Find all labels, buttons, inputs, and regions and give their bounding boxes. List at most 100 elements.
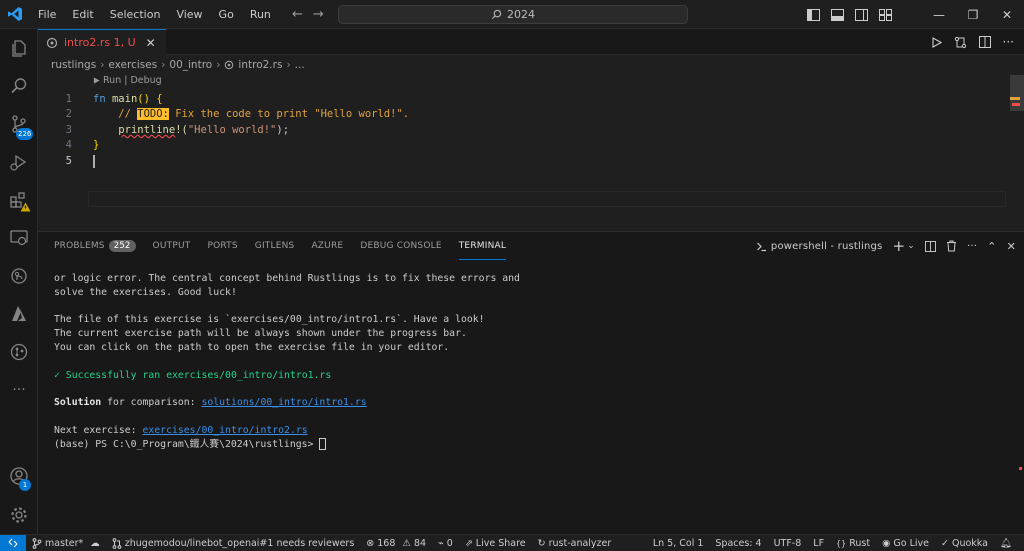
- run-debug-icon[interactable]: [0, 145, 38, 179]
- tab-problems[interactable]: PROBLEMS 252: [54, 232, 136, 260]
- live-share-status[interactable]: ⇗ Live Share: [459, 538, 532, 549]
- go-live-status[interactable]: ◉ Go Live: [876, 538, 935, 549]
- split-terminal-icon[interactable]: [925, 240, 937, 252]
- terminal-line: You can click on the path to open the ex…: [54, 341, 450, 353]
- compare-changes-icon[interactable]: [954, 36, 967, 49]
- terminal-prompt-line[interactable]: (base) PS C:\0_Program\鐵人賽\2024\rustling…: [54, 437, 520, 452]
- breadcrumb-item[interactable]: ...: [295, 59, 305, 71]
- command-center-search[interactable]: 2024: [338, 5, 688, 24]
- more-icon[interactable]: ···: [0, 373, 38, 407]
- notifications-status[interactable]: 🔔︎: [994, 538, 1018, 549]
- chevron-right-icon: ›: [161, 59, 166, 71]
- customize-layout-icon[interactable]: [879, 8, 892, 21]
- ports-status[interactable]: ⌁ 0: [432, 538, 459, 549]
- terminal-output[interactable]: or logic error. The central concept behi…: [54, 272, 520, 451]
- breadcrumb-item[interactable]: 00_intro: [169, 59, 212, 71]
- trash-icon[interactable]: [946, 240, 957, 252]
- panel-tabs: PROBLEMS 252 OUTPUT PORTS GITLENS AZURE …: [38, 232, 1024, 260]
- live-share-icon: ⇗: [464, 537, 473, 549]
- menu-edit[interactable]: Edit: [64, 0, 101, 29]
- problems-status[interactable]: ⊗ 168 ⚠ 84: [360, 538, 432, 549]
- split-editor-icon[interactable]: [978, 36, 991, 48]
- source-control-icon[interactable]: 226: [0, 107, 38, 141]
- close-window-button[interactable]: ✕: [990, 8, 1024, 22]
- eol-status[interactable]: LF: [807, 538, 830, 549]
- search-sidebar-icon[interactable]: [0, 69, 38, 103]
- tab-ports[interactable]: PORTS: [207, 232, 237, 260]
- rust-file-icon: [46, 37, 58, 48]
- remote-indicator-icon[interactable]: [0, 534, 26, 551]
- tab-debug-console[interactable]: DEBUG CONSOLE: [360, 232, 441, 260]
- breadcrumb-item[interactable]: intro2.rs: [238, 59, 282, 71]
- window-controls: — ❐ ✕: [807, 0, 1024, 29]
- azure-icon[interactable]: [0, 297, 38, 331]
- restore-button[interactable]: ❐: [956, 8, 990, 22]
- back-arrow-icon[interactable]: ←: [292, 7, 303, 22]
- new-terminal-icon[interactable]: +: [892, 237, 905, 255]
- pull-request-status[interactable]: zhugemodou/linebot_openai#1 needs review…: [106, 538, 361, 549]
- tab-intro2-rs[interactable]: intro2.rs 1, U ✕: [38, 29, 166, 55]
- next-exercise-link[interactable]: exercises/00_intro/intro2.rs: [142, 425, 307, 436]
- menu-file[interactable]: File: [30, 0, 64, 29]
- text-cursor: [93, 155, 95, 168]
- indentation-status[interactable]: Spaces: 4: [709, 538, 767, 549]
- editor-actions: ···: [931, 29, 1014, 55]
- play-icon: [93, 77, 100, 84]
- broadcast-icon: ◉: [882, 538, 891, 549]
- run-icon[interactable]: [931, 36, 942, 48]
- minimap-todo-mark: [1010, 97, 1020, 100]
- branch-status[interactable]: master* ☁: [26, 538, 106, 549]
- breadcrumb-item[interactable]: exercises: [108, 59, 157, 71]
- quokka-status[interactable]: ✓ Quokka: [935, 538, 994, 549]
- codelens-run-debug[interactable]: Run | Debug: [93, 75, 162, 86]
- gitlens-icon[interactable]: [0, 259, 38, 293]
- tab-azure[interactable]: AZURE: [311, 232, 343, 260]
- terminal-name[interactable]: powershell - rustlings: [771, 241, 883, 252]
- forward-arrow-icon[interactable]: →: [313, 7, 324, 22]
- menu-selection[interactable]: Selection: [102, 0, 169, 29]
- tab-gitlens[interactable]: GITLENS: [255, 232, 295, 260]
- toggle-sidebar-icon[interactable]: [807, 8, 820, 21]
- manage-gear-icon[interactable]: [0, 498, 38, 532]
- search-icon: [491, 9, 502, 20]
- cursor-position[interactable]: Ln 5, Col 1: [647, 538, 710, 549]
- code-line: 4 }: [65, 139, 100, 152]
- terminal-dropdown-icon[interactable]: ⌄: [907, 241, 915, 251]
- editor-area: intro2.rs 1, U ✕ ··· rustlings › exercis…: [38, 29, 1024, 231]
- explorer-icon[interactable]: [0, 31, 38, 65]
- terminal-success-line: ✓ Successfully ran exercises/00_intro/in…: [54, 369, 332, 381]
- tab-output[interactable]: OUTPUT: [153, 232, 191, 260]
- terminal-line: Solution for comparison: solutions/00_in…: [54, 397, 367, 409]
- menu-go[interactable]: Go: [211, 0, 242, 29]
- nav-arrows: ← →: [292, 0, 324, 29]
- more-actions-icon[interactable]: ···: [1003, 35, 1014, 49]
- toggle-panel-icon[interactable]: [831, 8, 844, 21]
- maximize-panel-icon[interactable]: ⌃: [987, 240, 996, 253]
- more-actions-icon[interactable]: ···: [967, 241, 977, 252]
- breadcrumb-item[interactable]: rustlings: [51, 59, 96, 71]
- remote-explorer-icon[interactable]: [0, 221, 38, 255]
- toggle-secondary-sidebar-icon[interactable]: [855, 8, 868, 21]
- layout-controls: [807, 8, 892, 21]
- rust-analyzer-status[interactable]: ↻ rust-analyzer: [532, 538, 618, 549]
- language-status[interactable]: {} Rust: [830, 538, 876, 549]
- code-editor[interactable]: Run | Debug 1 fn main() { 2 // TODO: Fix…: [38, 75, 1024, 225]
- extensions-icon[interactable]: [0, 183, 38, 217]
- error-icon: ⊗: [366, 537, 375, 549]
- menu-run[interactable]: Run: [242, 0, 279, 29]
- encoding-status[interactable]: UTF-8: [768, 538, 808, 549]
- close-panel-icon[interactable]: ✕: [1007, 240, 1016, 253]
- menu-view[interactable]: View: [168, 0, 210, 29]
- accounts-icon[interactable]: 1: [0, 459, 38, 493]
- terminal-scroll-marker: [1019, 467, 1022, 470]
- git-graph-icon[interactable]: [0, 335, 38, 369]
- solution-link[interactable]: solutions/00_intro/intro1.rs: [201, 397, 366, 408]
- minimap[interactable]: [1010, 75, 1024, 231]
- warning-icon: ⚠: [402, 537, 411, 549]
- chevron-right-icon: ›: [216, 59, 221, 71]
- tab-terminal[interactable]: TERMINAL: [458, 232, 507, 260]
- close-tab-icon[interactable]: ✕: [146, 36, 156, 50]
- minimize-button[interactable]: —: [922, 8, 956, 22]
